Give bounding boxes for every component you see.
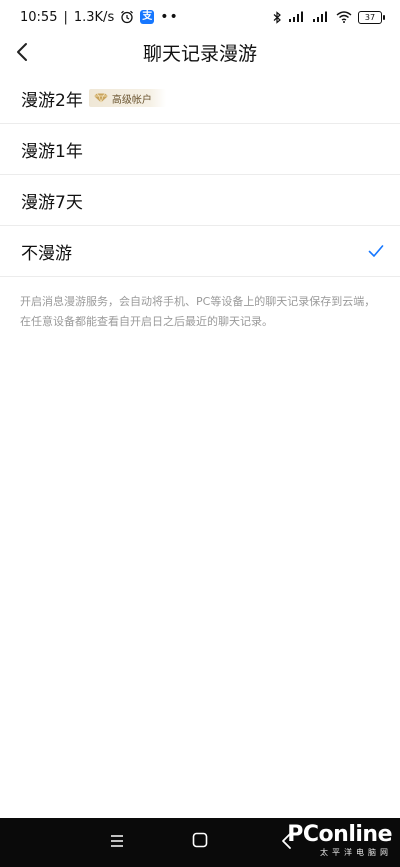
signal-icon xyxy=(289,11,303,22)
signal-icon-2 xyxy=(313,11,327,22)
roaming-options-list: 漫游2年 高级帐户 漫游1年 漫游7天 不漫游 xyxy=(0,73,400,277)
menu-icon[interactable] xyxy=(109,834,125,848)
page-title: 聊天记录漫游 xyxy=(142,42,257,65)
badge-label: 高级帐户 xyxy=(111,94,152,106)
pconline-watermark: PConline 太平洋电脑网 xyxy=(287,822,392,858)
option-roam-7-days[interactable]: 漫游7天 xyxy=(0,175,400,226)
roaming-description: 开启消息漫游服务，会自动将手机、PC等设备上的聊天记录保存到云端，在任意设备都能… xyxy=(20,295,376,328)
diamond-icon xyxy=(93,93,108,103)
option-label: 不漫游 xyxy=(21,243,72,264)
system-nav-bar: PConline 太平洋电脑网 xyxy=(0,818,400,867)
status-separator: | xyxy=(63,9,68,25)
watermark-sub: 太平洋电脑网 xyxy=(320,848,392,857)
alipay-icon: 支 xyxy=(140,10,155,24)
alarm-icon xyxy=(121,10,134,24)
chevron-left-icon xyxy=(17,43,27,61)
home-icon[interactable] xyxy=(192,832,208,848)
option-roam-1-year[interactable]: 漫游1年 xyxy=(0,124,400,175)
status-time: 10:55 xyxy=(20,9,58,25)
status-bar-left: 10:55 | 1.3K/s 支 •• xyxy=(20,9,179,25)
checkmark-icon xyxy=(368,245,384,257)
wifi-icon xyxy=(336,11,352,23)
option-label: 漫游2年 xyxy=(21,90,83,111)
option-label: 漫游1年 xyxy=(21,141,83,162)
status-network-speed: 1.3K/s xyxy=(73,9,115,25)
status-bar: 10:55 | 1.3K/s 支 •• 37 xyxy=(0,0,400,34)
status-bar-right: 37 xyxy=(273,10,385,24)
header: 聊天记录漫游 xyxy=(0,34,400,70)
more-dots-icon: •• xyxy=(160,9,179,25)
battery-icon: 37 xyxy=(358,10,385,24)
back-button[interactable] xyxy=(8,38,36,66)
option-roam-2-years[interactable]: 漫游2年 高级帐户 xyxy=(0,73,400,124)
option-no-roaming[interactable]: 不漫游 xyxy=(0,226,400,277)
option-label: 漫游7天 xyxy=(21,192,83,213)
premium-account-badge: 高级帐户 xyxy=(88,89,166,107)
watermark-main: PConline xyxy=(287,822,392,847)
bluetooth-icon xyxy=(273,10,281,24)
